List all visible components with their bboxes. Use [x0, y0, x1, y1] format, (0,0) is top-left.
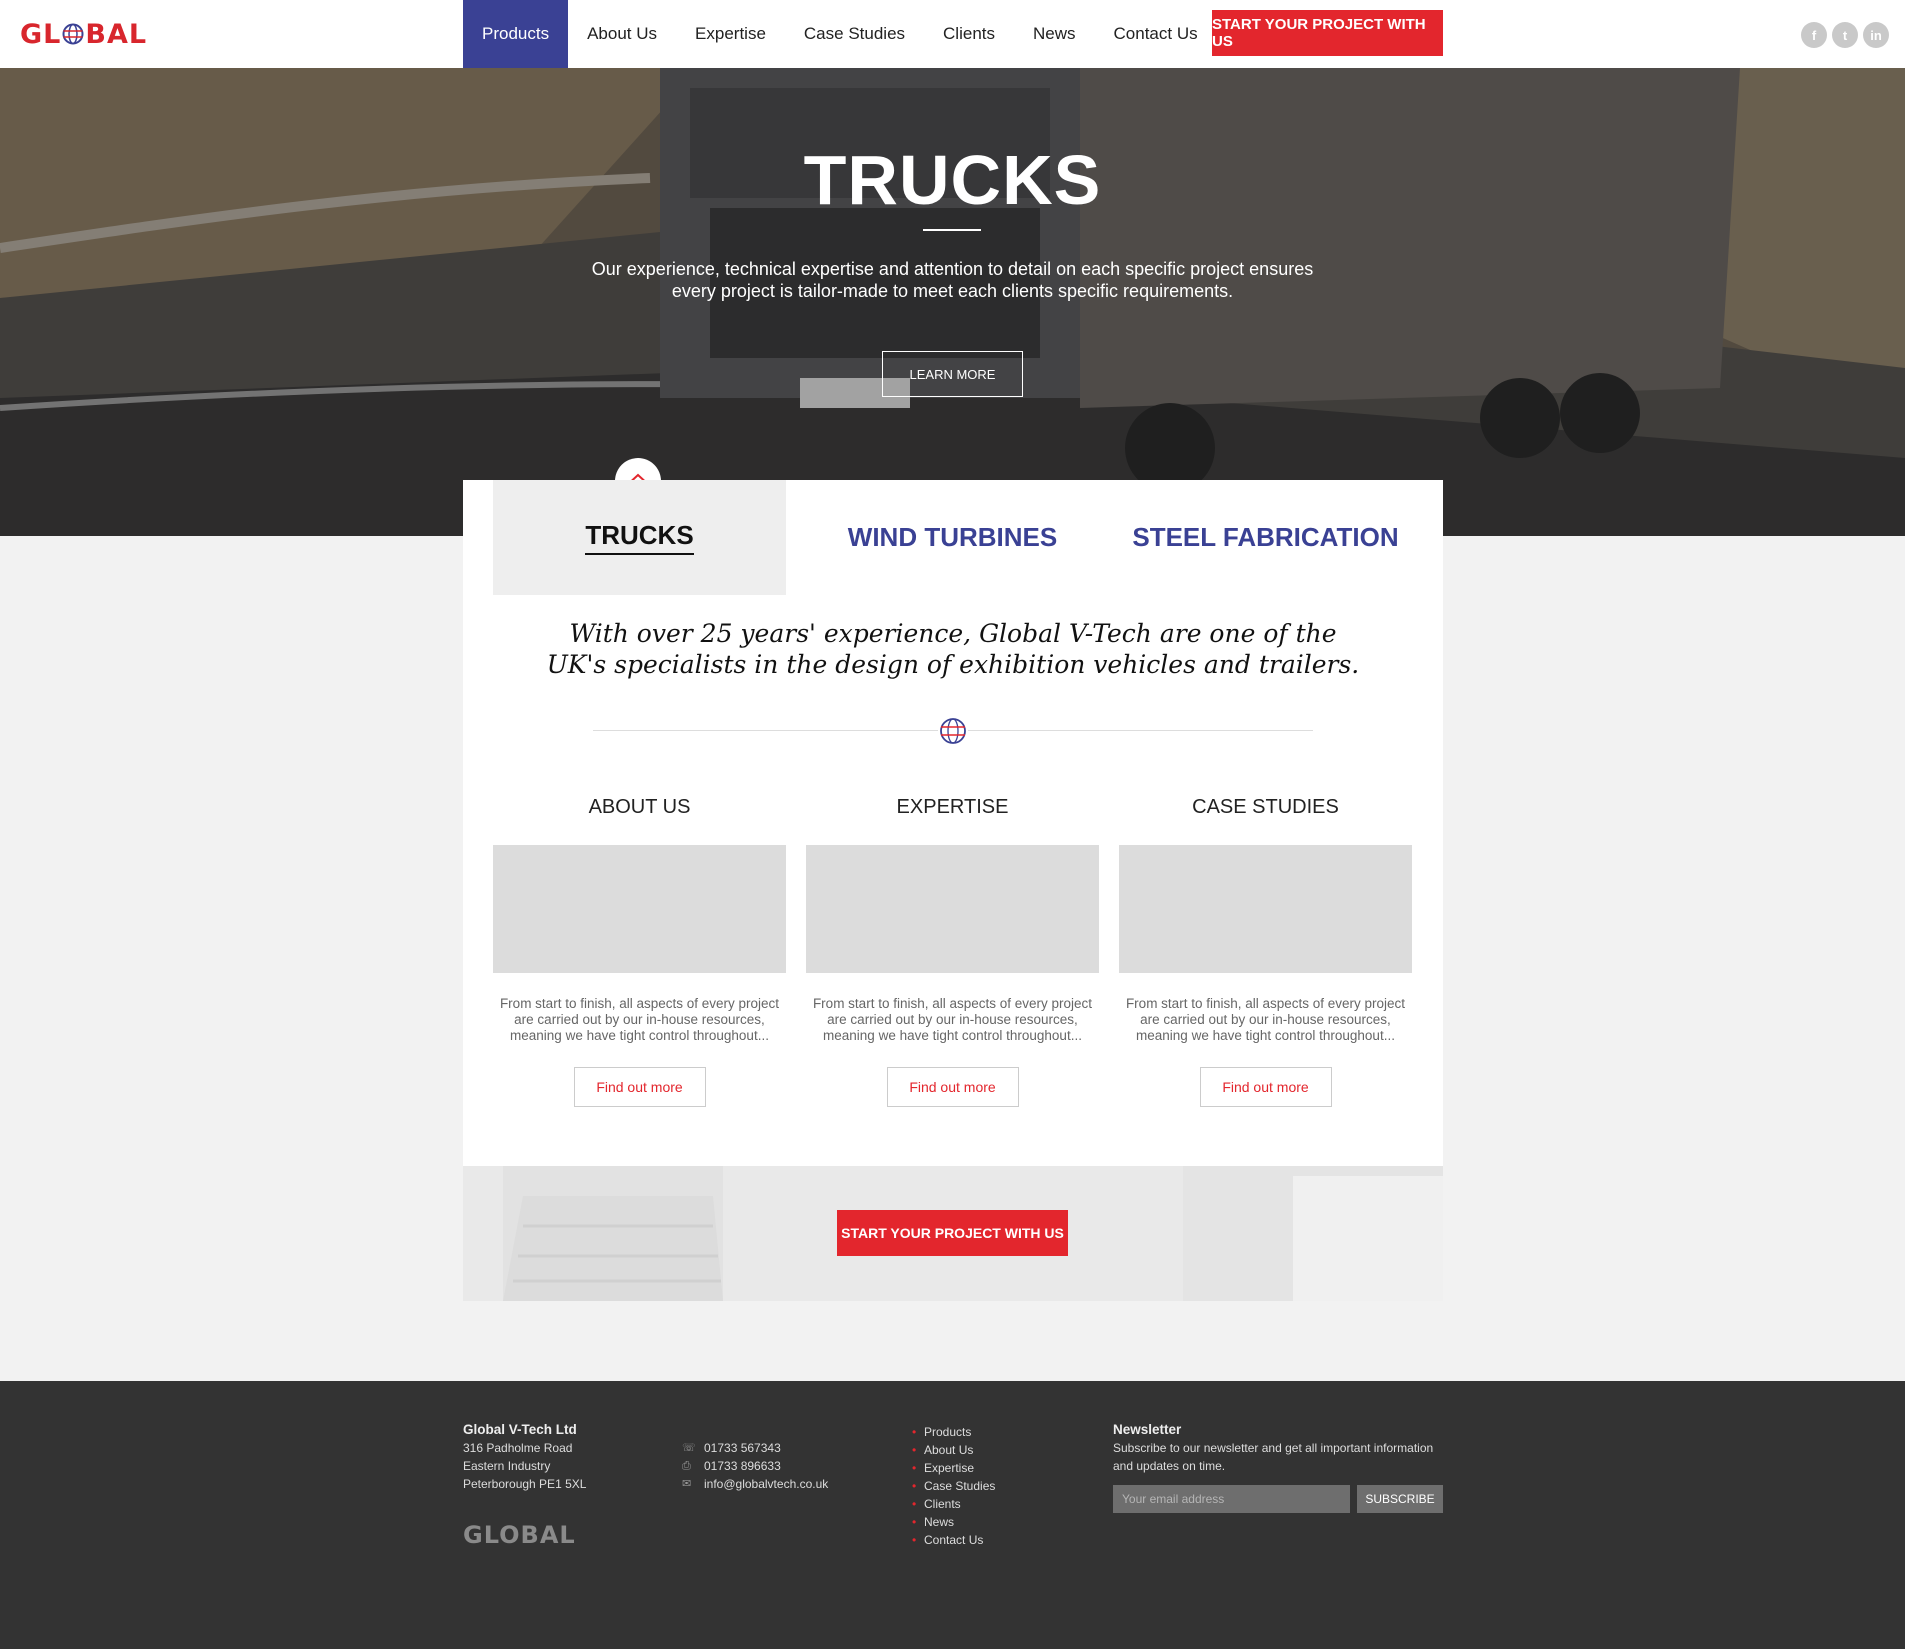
main-nav: Products About Us Expertise Case Studies… [463, 0, 1217, 68]
email-row: ✉ info@globalvtech.co.uk [682, 1475, 828, 1493]
linkedin-icon[interactable]: in [1863, 22, 1889, 48]
footer-logo[interactable]: GLOBAL [463, 1521, 576, 1549]
newsletter-form: SUBSCRIBE [1113, 1485, 1443, 1513]
site-header: GL BAL Products About Us Expertise Case … [0, 0, 1905, 68]
column-image-placeholder [1119, 845, 1412, 973]
column-expertise: EXPERTISE From start to finish, all aspe… [806, 796, 1099, 1107]
nav-item-expertise[interactable]: Expertise [676, 0, 785, 68]
printer-icon: ⎙ [682, 1460, 691, 1472]
footer-links: Products About Us Expertise Case Studies… [912, 1423, 995, 1549]
fax-number: 01733 896633 [704, 1459, 781, 1473]
fax-row: ⎙ 01733 896633 [682, 1457, 828, 1475]
nav-item-about-us[interactable]: About Us [568, 0, 676, 68]
site-logo[interactable]: GL BAL [20, 19, 147, 50]
nav-item-case-studies[interactable]: Case Studies [785, 0, 924, 68]
footer-link-contact-us[interactable]: Contact Us [912, 1531, 995, 1549]
footer-address: Global V-Tech Ltd 316 Padholme Road East… [463, 1421, 586, 1493]
site-footer: Global V-Tech Ltd 316 Padholme Road East… [0, 1381, 1905, 1649]
truck-background-image [0, 68, 1905, 536]
phone-row: ☏ 01733 567343 [682, 1439, 828, 1457]
twitter-icon[interactable]: t [1832, 22, 1858, 48]
find-out-more-button[interactable]: Find out more [886, 1067, 1019, 1107]
products-panel: TRUCKS WIND TURBINES STEEL FABRICATION W… [463, 458, 1443, 1166]
phone-number: 01733 567343 [704, 1441, 781, 1455]
column-text: From start to finish, all aspects of eve… [499, 996, 780, 1043]
newsletter-text: Subscribe to our newsletter and get all … [1113, 1441, 1434, 1473]
footer-link-expertise[interactable]: Expertise [912, 1459, 995, 1477]
column-title: ABOUT US [588, 796, 691, 818]
tab-label: TRUCKS [585, 520, 694, 555]
column-title: CASE STUDIES [1192, 796, 1339, 818]
info-columns: ABOUT US From start to finish, all aspec… [493, 796, 1413, 1107]
newsletter-email-input[interactable] [1113, 1485, 1350, 1513]
hero-banner: TRUCKS Our experience, technical experti… [0, 68, 1905, 536]
column-image-placeholder [806, 845, 1099, 973]
learn-more-button[interactable]: LEARN MORE [882, 351, 1023, 397]
hero-subtitle: Our experience, technical expertise and … [591, 259, 1314, 301]
newsletter-title: Newsletter [1113, 1422, 1182, 1437]
footer-newsletter: Newsletter Subscribe to our newsletter a… [1113, 1421, 1443, 1475]
footer-link-about-us[interactable]: About Us [912, 1441, 995, 1459]
nav-item-products[interactable]: Products [463, 0, 569, 68]
tab-trucks[interactable]: TRUCKS [493, 480, 786, 595]
column-title: EXPERTISE [896, 796, 1009, 818]
hero-title: TRUCKS [803, 141, 1102, 219]
start-project-button[interactable]: START YOUR PROJECT WITH US [1212, 10, 1443, 56]
tab-steel-fabrication[interactable]: STEEL FABRICATION [1119, 480, 1412, 595]
cta-band: START YOUR PROJECT WITH US [463, 1166, 1443, 1301]
mail-icon: ✉ [682, 1478, 692, 1490]
hero-divider [923, 229, 981, 231]
product-tabs: TRUCKS WIND TURBINES STEEL FABRICATION [493, 480, 1413, 595]
facebook-icon[interactable]: f [1801, 22, 1827, 48]
footer-link-case-studies[interactable]: Case Studies [912, 1477, 995, 1495]
tab-label: STEEL FABRICATION [1132, 522, 1399, 552]
address-line: Eastern Industry [463, 1459, 551, 1473]
column-text: From start to finish, all aspects of eve… [812, 996, 1093, 1043]
phone-icon: ☏ [682, 1442, 696, 1454]
nav-item-contact-us[interactable]: Contact Us [1095, 0, 1217, 68]
subscribe-button[interactable]: SUBSCRIBE [1357, 1485, 1443, 1513]
company-name: Global V-Tech Ltd [463, 1422, 577, 1437]
tab-wind-turbines[interactable]: WIND TURBINES [806, 480, 1099, 595]
nav-item-clients[interactable]: Clients [924, 0, 1014, 68]
globe-icon [940, 718, 966, 744]
tab-label: WIND TURBINES [847, 522, 1058, 552]
column-text: From start to finish, all aspects of eve… [1125, 996, 1406, 1043]
nav-item-news[interactable]: News [1014, 0, 1095, 68]
column-about-us: ABOUT US From start to finish, all aspec… [493, 796, 786, 1107]
address-line: Peterborough PE1 5XL [463, 1477, 587, 1491]
find-out-more-button[interactable]: Find out more [1199, 1067, 1332, 1107]
address-line: 316 Padholme Road [463, 1441, 573, 1455]
email-link[interactable]: info@globalvtech.co.uk [704, 1475, 828, 1493]
divider-globe [938, 716, 968, 746]
find-out-more-button[interactable]: Find out more [573, 1067, 706, 1107]
footer-link-clients[interactable]: Clients [912, 1495, 995, 1513]
footer-link-news[interactable]: News [912, 1513, 995, 1531]
footer-contact: ☏ 01733 567343 ⎙ 01733 896633 ✉ info@global… [682, 1439, 828, 1493]
column-case-studies: CASE STUDIES From start to finish, all a… [1119, 796, 1412, 1107]
start-project-button[interactable]: START YOUR PROJECT WITH US [837, 1210, 1068, 1256]
globe-icon [62, 23, 84, 45]
footer-link-products[interactable]: Products [912, 1423, 995, 1441]
intro-quote: With over 25 years' experience, Global V… [546, 619, 1360, 679]
column-image-placeholder [493, 845, 786, 973]
social-links: f t in [1801, 22, 1889, 48]
